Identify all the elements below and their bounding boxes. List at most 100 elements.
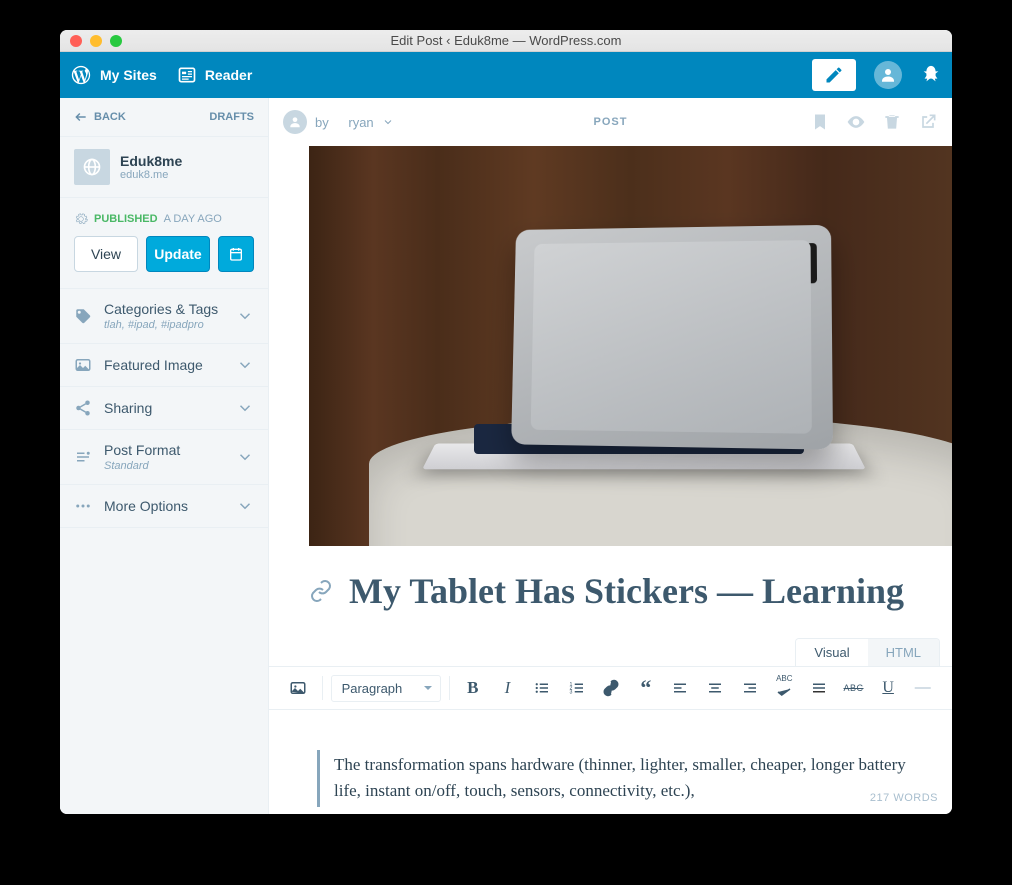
bullet-list-button[interactable] bbox=[527, 672, 558, 704]
tag-icon bbox=[74, 307, 92, 325]
link-button[interactable] bbox=[596, 672, 627, 704]
panel-featured-image[interactable]: Featured Image bbox=[60, 344, 268, 387]
sticker-in-n-out: IN-N-OUT HAMBURGERS NO DELAY bbox=[538, 385, 636, 428]
align-right-button[interactable] bbox=[734, 672, 765, 704]
view-button[interactable]: View bbox=[74, 236, 138, 272]
post-title-input[interactable]: My Tablet Has Stickers — Learning bbox=[349, 570, 904, 612]
sticker-prana: prAna bbox=[721, 370, 791, 430]
tab-html[interactable]: HTML bbox=[868, 639, 939, 666]
ellipsis-icon bbox=[74, 497, 92, 515]
author-dropdown[interactable]: by ryan bbox=[283, 110, 394, 134]
update-button[interactable]: Update bbox=[146, 236, 210, 272]
globe-icon bbox=[82, 157, 102, 177]
gear-icon bbox=[74, 212, 88, 226]
spellcheck-button[interactable]: ABC bbox=[769, 672, 800, 704]
post-body-text: The transformation spans hardware (thinn… bbox=[334, 752, 916, 805]
reader-label: Reader bbox=[205, 67, 252, 83]
panel-more-label: More Options bbox=[104, 498, 224, 514]
site-icon bbox=[74, 149, 110, 185]
sticker-camera bbox=[751, 243, 817, 284]
chevron-down-icon bbox=[236, 307, 254, 325]
sticker-text: IN-N-OUT bbox=[566, 393, 610, 403]
panel-sharing-label: Sharing bbox=[104, 400, 224, 416]
align-left-button[interactable] bbox=[665, 672, 696, 704]
block-format-label: Paragraph bbox=[342, 681, 403, 696]
sticker-box: box bbox=[585, 250, 622, 282]
post-type-label: POST bbox=[594, 116, 628, 128]
panel-format-label: Post Format bbox=[104, 442, 180, 458]
editor-toolbar: Paragraph B I 123 “ ABC ABC U — bbox=[269, 666, 952, 710]
panel-sharing[interactable]: Sharing bbox=[60, 387, 268, 430]
text-color-button[interactable] bbox=[804, 672, 835, 704]
panel-post-format[interactable]: Post Format Standard bbox=[60, 430, 268, 485]
panel-more-options[interactable]: More Options bbox=[60, 485, 268, 528]
svg-text:3: 3 bbox=[569, 689, 572, 695]
preview-icon[interactable] bbox=[846, 112, 866, 132]
user-icon bbox=[288, 115, 302, 129]
site-url: eduk8.me bbox=[120, 169, 182, 181]
insert-media-button[interactable] bbox=[283, 672, 314, 704]
strike-label: ABC bbox=[844, 683, 864, 693]
site-name: Eduk8me bbox=[120, 153, 182, 169]
strikethrough-button[interactable]: ABC bbox=[838, 672, 869, 704]
panel-categories-label: Categories & Tags bbox=[104, 301, 218, 317]
apple-logo-icon bbox=[649, 301, 705, 367]
bookmark-icon[interactable] bbox=[810, 112, 830, 132]
chevron-down-icon bbox=[382, 116, 394, 128]
pencil-square-icon bbox=[824, 65, 844, 85]
new-post-button[interactable] bbox=[812, 59, 856, 91]
panel-categories-sub: tlah, #ipad, #ipadpro bbox=[104, 319, 224, 331]
app-window: Edit Post ‹ Eduk8me — WordPress.com My S… bbox=[60, 30, 952, 814]
window-title: Edit Post ‹ Eduk8me — WordPress.com bbox=[60, 33, 952, 48]
editor-mode-tabs: Visual HTML bbox=[795, 638, 940, 666]
author-by: by bbox=[315, 115, 329, 130]
sticker-text: NO DELAY bbox=[568, 412, 607, 420]
notifications-icon[interactable] bbox=[920, 64, 942, 86]
bold-button[interactable]: B bbox=[458, 672, 489, 704]
word-count: 217 WORDS bbox=[870, 792, 938, 804]
sticker-slack bbox=[632, 249, 680, 289]
back-label: BACK bbox=[94, 111, 126, 123]
sticker-text: HAMBURGERS bbox=[553, 402, 622, 413]
featured-image[interactable]: PRODUCT HUNT box IN-N-OU bbox=[309, 146, 952, 546]
editor-main: by ryan POST PRODUCT H bbox=[269, 98, 952, 814]
status-published: PUBLISHED bbox=[94, 213, 158, 225]
author-avatar bbox=[283, 110, 307, 134]
underline-button[interactable]: U bbox=[873, 672, 904, 704]
reader-icon bbox=[177, 65, 197, 85]
post-status: PUBLISHED A DAY AGO bbox=[60, 198, 268, 236]
hr-button[interactable]: — bbox=[907, 672, 938, 704]
trash-icon[interactable] bbox=[882, 112, 902, 132]
external-link-icon[interactable] bbox=[918, 112, 938, 132]
panel-format-sub: Standard bbox=[104, 460, 224, 472]
editor-content[interactable]: The transformation spans hardware (thinn… bbox=[269, 710, 952, 814]
schedule-button[interactable] bbox=[218, 236, 254, 272]
chevron-down-icon bbox=[236, 399, 254, 417]
chevron-down-icon bbox=[236, 356, 254, 374]
back-button[interactable]: BACK bbox=[74, 110, 126, 124]
calendar-icon bbox=[228, 246, 244, 262]
sticker-text: prAna bbox=[739, 409, 772, 422]
blockquote-button[interactable]: “ bbox=[631, 672, 662, 704]
reader-link[interactable]: Reader bbox=[177, 65, 252, 85]
align-center-button[interactable] bbox=[700, 672, 731, 704]
ordered-list-button[interactable]: 123 bbox=[561, 672, 592, 704]
wordpress-logo-icon bbox=[70, 64, 92, 86]
titlebar: Edit Post ‹ Eduk8me — WordPress.com bbox=[60, 30, 952, 52]
status-time: A DAY AGO bbox=[164, 213, 222, 225]
permalink-icon[interactable] bbox=[309, 579, 333, 603]
me-avatar-button[interactable] bbox=[874, 61, 902, 89]
masterbar: My Sites Reader bbox=[60, 52, 952, 98]
tab-visual[interactable]: Visual bbox=[796, 639, 867, 666]
image-icon bbox=[74, 356, 92, 374]
panel-categories-tags[interactable]: Categories & Tags tlah, #ipad, #ipadpro bbox=[60, 289, 268, 344]
site-block[interactable]: Eduk8me eduk8.me bbox=[60, 136, 268, 198]
block-format-select[interactable]: Paragraph bbox=[331, 675, 441, 702]
panel-featured-label: Featured Image bbox=[104, 357, 224, 373]
drafts-link[interactable]: DRAFTS bbox=[209, 111, 254, 123]
my-sites-label: My Sites bbox=[100, 67, 157, 83]
arrow-left-icon bbox=[74, 110, 88, 124]
italic-button[interactable]: I bbox=[492, 672, 523, 704]
my-sites-link[interactable]: My Sites bbox=[70, 64, 157, 86]
editor-sidebar: BACK DRAFTS Eduk8me eduk8.me PUBLISHED A… bbox=[60, 98, 269, 814]
